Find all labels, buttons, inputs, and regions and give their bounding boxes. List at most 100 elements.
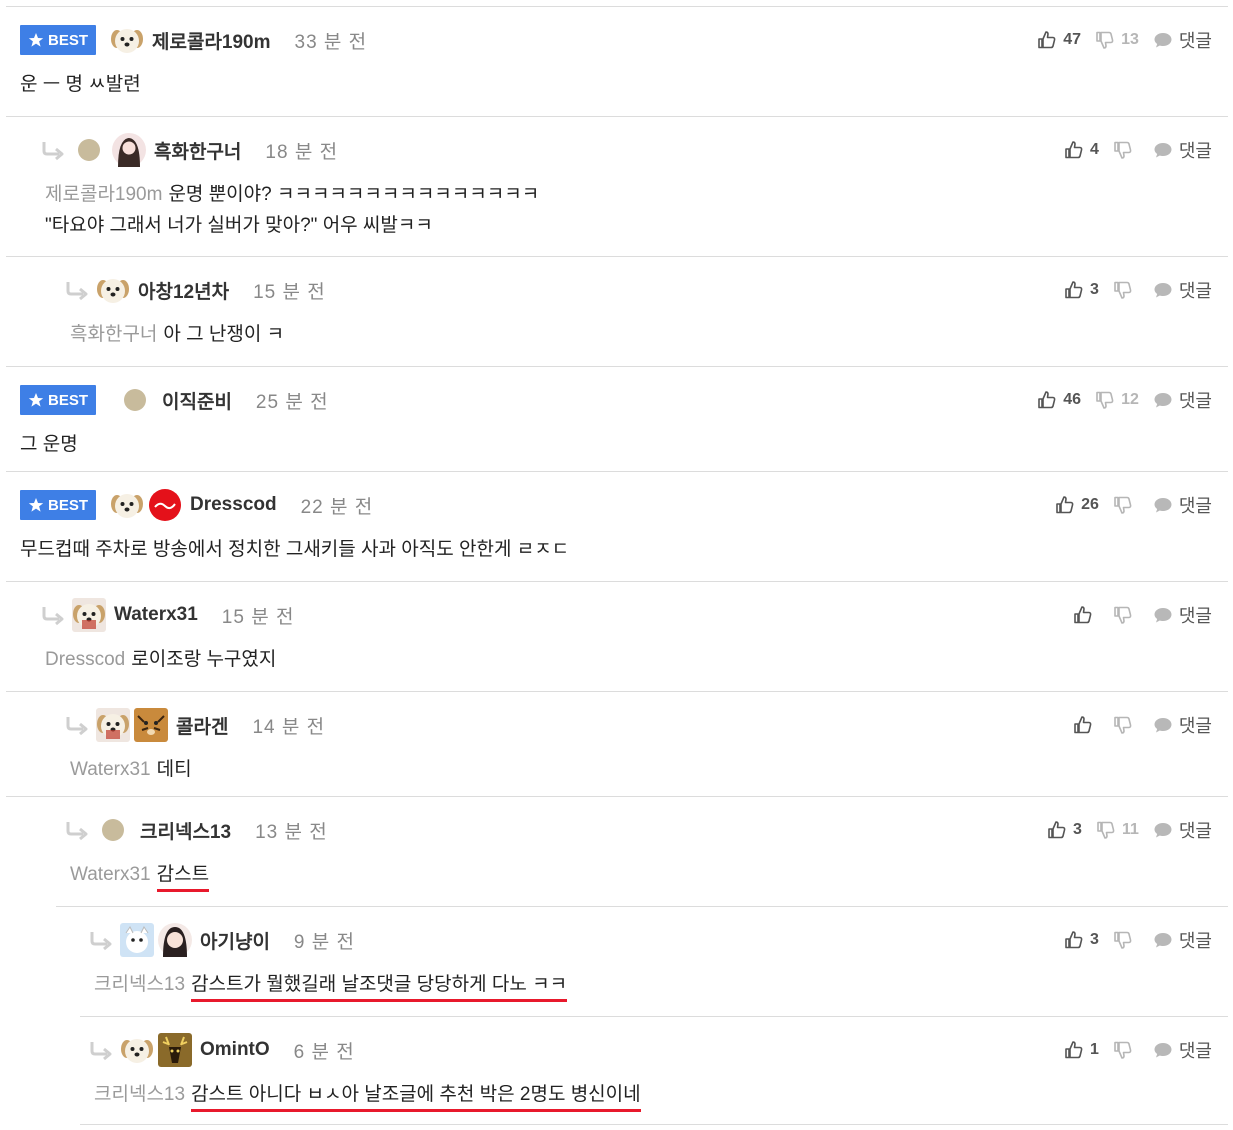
thumbs-down-icon xyxy=(1096,820,1116,840)
reply-button[interactable]: 댓글 xyxy=(1153,137,1212,163)
speech-bubble-icon xyxy=(1153,715,1173,735)
thumbs-up-icon xyxy=(1064,280,1084,300)
upvote-button[interactable]: 3 xyxy=(1047,820,1082,840)
speech-bubble-icon xyxy=(1153,820,1173,840)
thumbs-up-icon xyxy=(1037,390,1057,410)
upvote-button[interactable]: 47 xyxy=(1037,30,1081,50)
timestamp: 15 분 전 xyxy=(253,281,326,303)
speech-bubble-icon xyxy=(1153,930,1173,950)
downvote-button[interactable] xyxy=(1113,715,1139,735)
downvote-button[interactable]: 12 xyxy=(1095,390,1139,410)
upvote-button[interactable] xyxy=(1073,715,1099,735)
comment-body: Dresscod 로이조랑 누구였지 xyxy=(45,649,277,670)
downvote-button[interactable] xyxy=(1113,930,1139,950)
reply-button[interactable]: 댓글 xyxy=(1153,712,1212,738)
mention[interactable]: 크리넥스13 xyxy=(94,1084,185,1105)
upvote-button[interactable] xyxy=(1073,605,1099,625)
coca-cola-badge-icon xyxy=(148,488,182,522)
downvote-button[interactable]: 11 xyxy=(1096,820,1139,840)
author-name[interactable]: 흑화한구너 xyxy=(154,137,241,164)
comment-body: 운 ㅡ 명 ㅆ발련 xyxy=(20,74,141,95)
author-name[interactable]: Dresscod xyxy=(190,494,277,516)
comment-item: Waterx31 15 분 전 댓글 Dresscod 로이조랑 누구였지 xyxy=(6,582,1228,692)
author-name[interactable]: Waterx31 xyxy=(114,604,198,626)
deer-avatar xyxy=(158,1033,192,1067)
author-name[interactable]: 아기냥이 xyxy=(200,927,270,954)
reply-arrow-icon xyxy=(64,279,90,301)
mention[interactable]: Dresscod xyxy=(45,649,125,670)
timestamp: 13 분 전 xyxy=(255,821,328,843)
avatar[interactable] xyxy=(72,598,106,632)
reply-button[interactable]: 댓글 xyxy=(1153,602,1212,628)
comment-body: 흑화한구너 아 그 난쟁이 ㅋ xyxy=(70,324,285,345)
avatar[interactable] xyxy=(110,488,144,522)
mention[interactable]: 크리넥스13 xyxy=(94,974,185,995)
mention[interactable]: 흑화한구너 xyxy=(70,324,157,345)
thumbs-up-icon xyxy=(1055,495,1075,515)
reply-button[interactable]: 댓글 xyxy=(1153,492,1212,518)
thumbs-up-icon xyxy=(1073,605,1093,625)
thumbs-up-icon xyxy=(1047,820,1067,840)
thumbs-up-icon xyxy=(1064,140,1084,160)
thumbs-down-icon xyxy=(1113,1040,1133,1060)
author-name[interactable]: 크리넥스13 xyxy=(140,817,231,844)
star-icon xyxy=(28,392,44,408)
avatar[interactable] xyxy=(120,923,154,957)
speech-bubble-icon xyxy=(1153,390,1173,410)
upvote-button[interactable]: 4 xyxy=(1064,140,1099,160)
mention[interactable]: Waterx31 xyxy=(70,864,151,885)
best-badge: BEST xyxy=(20,385,96,415)
avatar[interactable] xyxy=(120,1033,154,1067)
author-name[interactable]: 콜라겐 xyxy=(176,712,228,739)
comment-item: 아기냥이 9 분 전 3 댓글 크리넥스13 감스트가 뭘했길래 날조댓글 당당하… xyxy=(80,907,1228,1017)
downvote-button[interactable] xyxy=(1113,1040,1139,1060)
reply-button[interactable]: 댓글 xyxy=(1153,817,1212,843)
downvote-button[interactable] xyxy=(1113,140,1139,160)
downvote-button[interactable]: 13 xyxy=(1095,30,1139,50)
author-name[interactable]: OmintO xyxy=(200,1039,270,1061)
avatar[interactable] xyxy=(96,708,130,742)
avatar[interactable] xyxy=(112,133,146,167)
timestamp: 9 분 전 xyxy=(293,931,356,953)
upvote-button[interactable]: 26 xyxy=(1055,495,1099,515)
downvote-button[interactable] xyxy=(1113,280,1139,300)
mention[interactable]: Waterx31 xyxy=(70,759,151,780)
comment-body: 크리넥스13 감스트 아니다 ㅂㅅ아 날조글에 추천 박은 2명도 병신이네 xyxy=(94,1079,641,1112)
comment-item: 아창12년차 15 분 전 3 댓글 흑화한구너 아 그 난쟁이 ㅋ xyxy=(6,257,1228,367)
reply-button[interactable]: 댓글 xyxy=(1153,927,1212,953)
thumbs-up-icon xyxy=(1037,30,1057,50)
timestamp: 25 분 전 xyxy=(255,391,329,413)
upvote-button[interactable]: 3 xyxy=(1064,930,1099,950)
comment-body: Waterx31 감스트 xyxy=(70,859,210,892)
timestamp: 6 분 전 xyxy=(293,1041,355,1063)
comment-item: BEST Dresscod 22 분 전 26 댓글 무드컵때 주차로 방송에서… xyxy=(6,472,1228,582)
upvote-button[interactable]: 1 xyxy=(1064,1040,1099,1060)
reply-button[interactable]: 댓글 xyxy=(1153,387,1212,413)
reply-button[interactable]: 댓글 xyxy=(1153,1037,1212,1063)
author-name[interactable]: 이직준비 xyxy=(162,387,232,414)
thumbs-up-icon xyxy=(1064,1040,1084,1060)
upvote-button[interactable]: 3 xyxy=(1064,280,1099,300)
reply-button[interactable]: 댓글 xyxy=(1153,277,1212,303)
upvote-button[interactable]: 46 xyxy=(1037,390,1081,410)
highlighted-text: 감스트 아니다 ㅂㅅ아 날조글에 추천 박은 2명도 병신이네 xyxy=(191,1084,641,1112)
avatar[interactable] xyxy=(110,23,144,57)
thumbs-down-icon xyxy=(1113,495,1133,515)
highlighted-text: 감스트가 뭘했길래 날조댓글 당당하게 다노 ㅋㅋ xyxy=(191,974,568,1002)
author-name[interactable]: 제로콜라190m xyxy=(152,27,271,54)
comment-list: BEST 제로콜라190m 33 분 전 47 13 댓글 운 ㅡ 명 ㅆ발련 … xyxy=(0,0,1233,1130)
mention[interactable]: 제로콜라190m xyxy=(45,184,162,205)
comment-body: 제로콜라190m 운명 뿐이야? ㅋㅋㅋㅋㅋㅋㅋㅋㅋㅋㅋㅋㅋㅋㅋ "타요야 그래서… xyxy=(45,184,540,236)
reply-arrow-icon xyxy=(40,604,66,626)
girl-avatar xyxy=(158,923,192,957)
timestamp: 22 분 전 xyxy=(300,496,374,518)
reply-button[interactable]: 댓글 xyxy=(1153,27,1212,53)
timestamp: 33 분 전 xyxy=(294,31,368,53)
downvote-button[interactable] xyxy=(1113,605,1139,625)
author-name[interactable]: 아창12년차 xyxy=(138,277,229,304)
comment-item: 콜라겐 14 분 전 댓글 Waterx31 데티 xyxy=(6,692,1228,797)
thumbs-down-icon xyxy=(1113,605,1133,625)
downvote-button[interactable] xyxy=(1113,495,1139,515)
avatar[interactable] xyxy=(96,273,130,307)
thumbs-down-icon xyxy=(1113,715,1133,735)
